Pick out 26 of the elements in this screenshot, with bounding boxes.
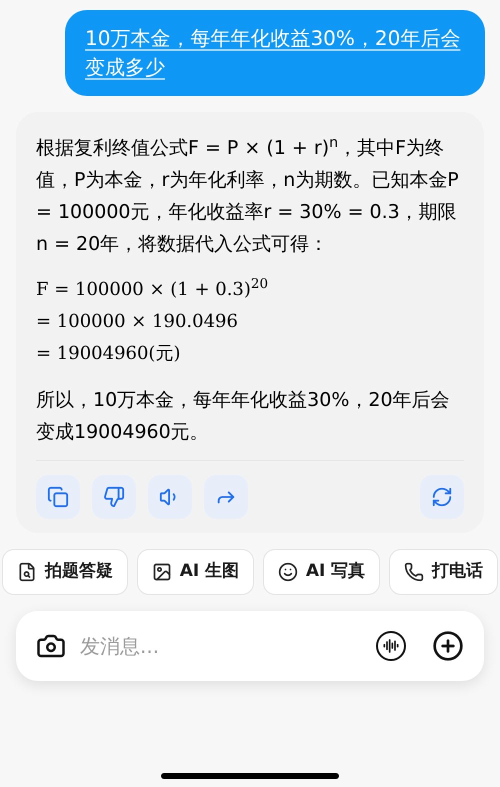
speak-button[interactable]: [148, 475, 192, 519]
thumbs-down-icon: [103, 486, 125, 508]
formula-line: F = 100000 × (1 + 0.3)$^{20}$: [36, 275, 270, 302]
formula-line: = 19004960(元): [36, 342, 182, 366]
refresh-icon: [431, 486, 453, 508]
face-icon: [278, 562, 298, 582]
quick-action-button[interactable]: AI 写真: [262, 549, 380, 595]
message-input[interactable]: 发消息...: [80, 631, 362, 661]
quick-action-button[interactable]: 拍题答疑: [2, 549, 128, 595]
answer-conclusion: 所以，10万本金，每年年化收益30%，20年后会变成19004960元。: [36, 388, 451, 445]
add-icon[interactable]: [432, 630, 464, 662]
document-search-icon: [17, 562, 37, 582]
copy-icon: [47, 486, 69, 508]
quick-action-button[interactable]: AI 生图: [136, 549, 254, 595]
message-field[interactable]: 发消息...: [16, 611, 484, 681]
regenerate-button[interactable]: [420, 475, 464, 519]
formula-line: = 100000 × 190.0496: [36, 310, 239, 334]
voice-icon[interactable]: [376, 631, 406, 661]
user-message: 10万本金，每年年化收益30%，20年后会变成多少: [85, 26, 460, 79]
image-icon: [152, 562, 172, 582]
share-button[interactable]: [204, 475, 248, 519]
quick-action-button[interactable]: 打电话: [388, 549, 498, 595]
phone-icon: [404, 562, 424, 582]
answer-paragraph: 根据复利终值公式F = P × (1 + r)$^{n}$，其中F为终值，P为本金，r为年化利率，n为期数。已知本金P = 100000元，年化收益率r = 30% = 0.3，期限n = 20年，将数据代入公式可得：: [36, 134, 460, 257]
dislike-button[interactable]: [92, 475, 136, 519]
copy-button[interactable]: [36, 475, 80, 519]
